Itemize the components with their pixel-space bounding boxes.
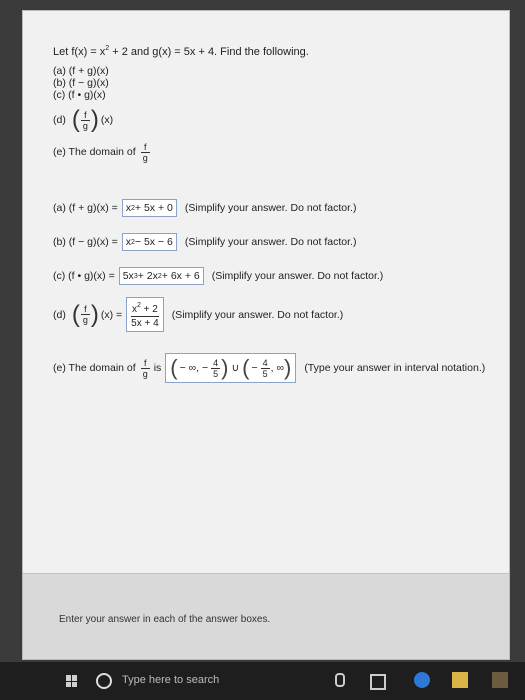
answer-box-b[interactable]: x2 − 5x − 6 [121,233,177,251]
file-explorer-icon[interactable] [452,672,468,688]
answer-b-label: (b) (f − g)(x) = [53,236,118,248]
windows-icon[interactable] [66,675,78,687]
answer-row-e: (e) The domain of fg is ( − ∞, − 45 ) ∪ … [53,353,485,383]
answer-box-a[interactable]: x2 + 5x + 0 [121,199,177,217]
edge-icon[interactable] [414,672,430,688]
f-over-g: fg [80,304,90,325]
f-over-g: fg [80,109,90,131]
answer-b-hint: (Simplify your answer. Do not factor.) [184,236,357,248]
answer-e-is: is [153,362,162,374]
store-icon[interactable] [492,672,508,688]
close-paren: ) [90,106,99,133]
part-b: (b) (f − g)(x) [53,77,109,89]
microphone-icon[interactable] [330,672,346,688]
answer-c-label: (c) (f • g)(x) = [53,270,115,282]
instruction-footer: Enter your answer in each of the answer … [23,573,509,659]
part-d-suffix: (x) [100,114,114,126]
answer-d-hint: (Simplify your answer. Do not factor.) [171,308,344,321]
taskbar-search-input[interactable]: Type here to search [122,674,219,686]
prompt-lead: Let f(x) = x [53,46,106,58]
answer-box-e[interactable]: ( − ∞, − 45 ) ∪ ( − 45 , ∞ ) [165,353,297,383]
answer-box-c[interactable]: 5x 3 + 2x 2 + 6x + 6 [118,267,204,285]
footer-text: Enter your answer in each of the answer … [59,614,271,625]
open-paren: ( [71,106,80,133]
part-d: (d) ( fg ) (x) [53,105,151,135]
answer-row-d: (d) ( fg ) (x) = x2 + 2 5x + 4 (Simplify… [53,297,343,332]
question-prompt: Let f(x) = x2 + 2 and g(x) = 5x + 4. Fin… [53,45,309,58]
answer-c-hint: (Simplify your answer. Do not factor.) [211,270,384,282]
part-list: (a) (f + g)(x) (b) (f − g)(x) (c) (f • g… [53,65,151,167]
answer-a-hint: (Simplify your answer. Do not factor.) [184,202,357,214]
windows-taskbar: Type here to search [0,662,525,700]
answer-d-mid: (x) = [100,308,123,321]
union-symbol: ∪ [231,362,240,374]
f-over-g: fg [140,357,150,379]
answer-box-d[interactable]: x2 + 2 5x + 4 [126,297,164,332]
answer-row-c: (c) (f • g)(x) = 5x 3 + 2x 2 + 6x + 6 (Sim… [53,267,383,285]
homework-window: Let f(x) = x2 + 2 and g(x) = 5x + 4. Fin… [22,10,510,660]
part-e-label: (e) The domain of [53,146,136,158]
answer-e-label: (e) The domain of [53,362,136,374]
part-a: (a) (f + g)(x) [53,65,109,77]
f-over-g: fg [140,141,150,163]
answer-e-hint: (Type your answer in interval notation.) [304,362,486,374]
prompt-rest: + 2 and g(x) = 5x + 4. Find the followin… [109,46,309,58]
answer-a-label: (a) (f + g)(x) = [53,202,118,214]
part-e: (e) The domain of fg [53,137,151,167]
part-c: (c) (f • g)(x) [53,89,106,101]
answer-d-label: (d) [53,308,66,321]
part-d-label: (d) [53,114,66,126]
task-view-icon[interactable] [370,674,386,690]
answer-row-a: (a) (f + g)(x) = x2 + 5x + 0 (Simplify y… [53,199,356,217]
answer-row-b: (b) (f − g)(x) = x2 − 5x − 6 (Simplify y… [53,233,356,251]
search-icon[interactable] [96,673,112,689]
